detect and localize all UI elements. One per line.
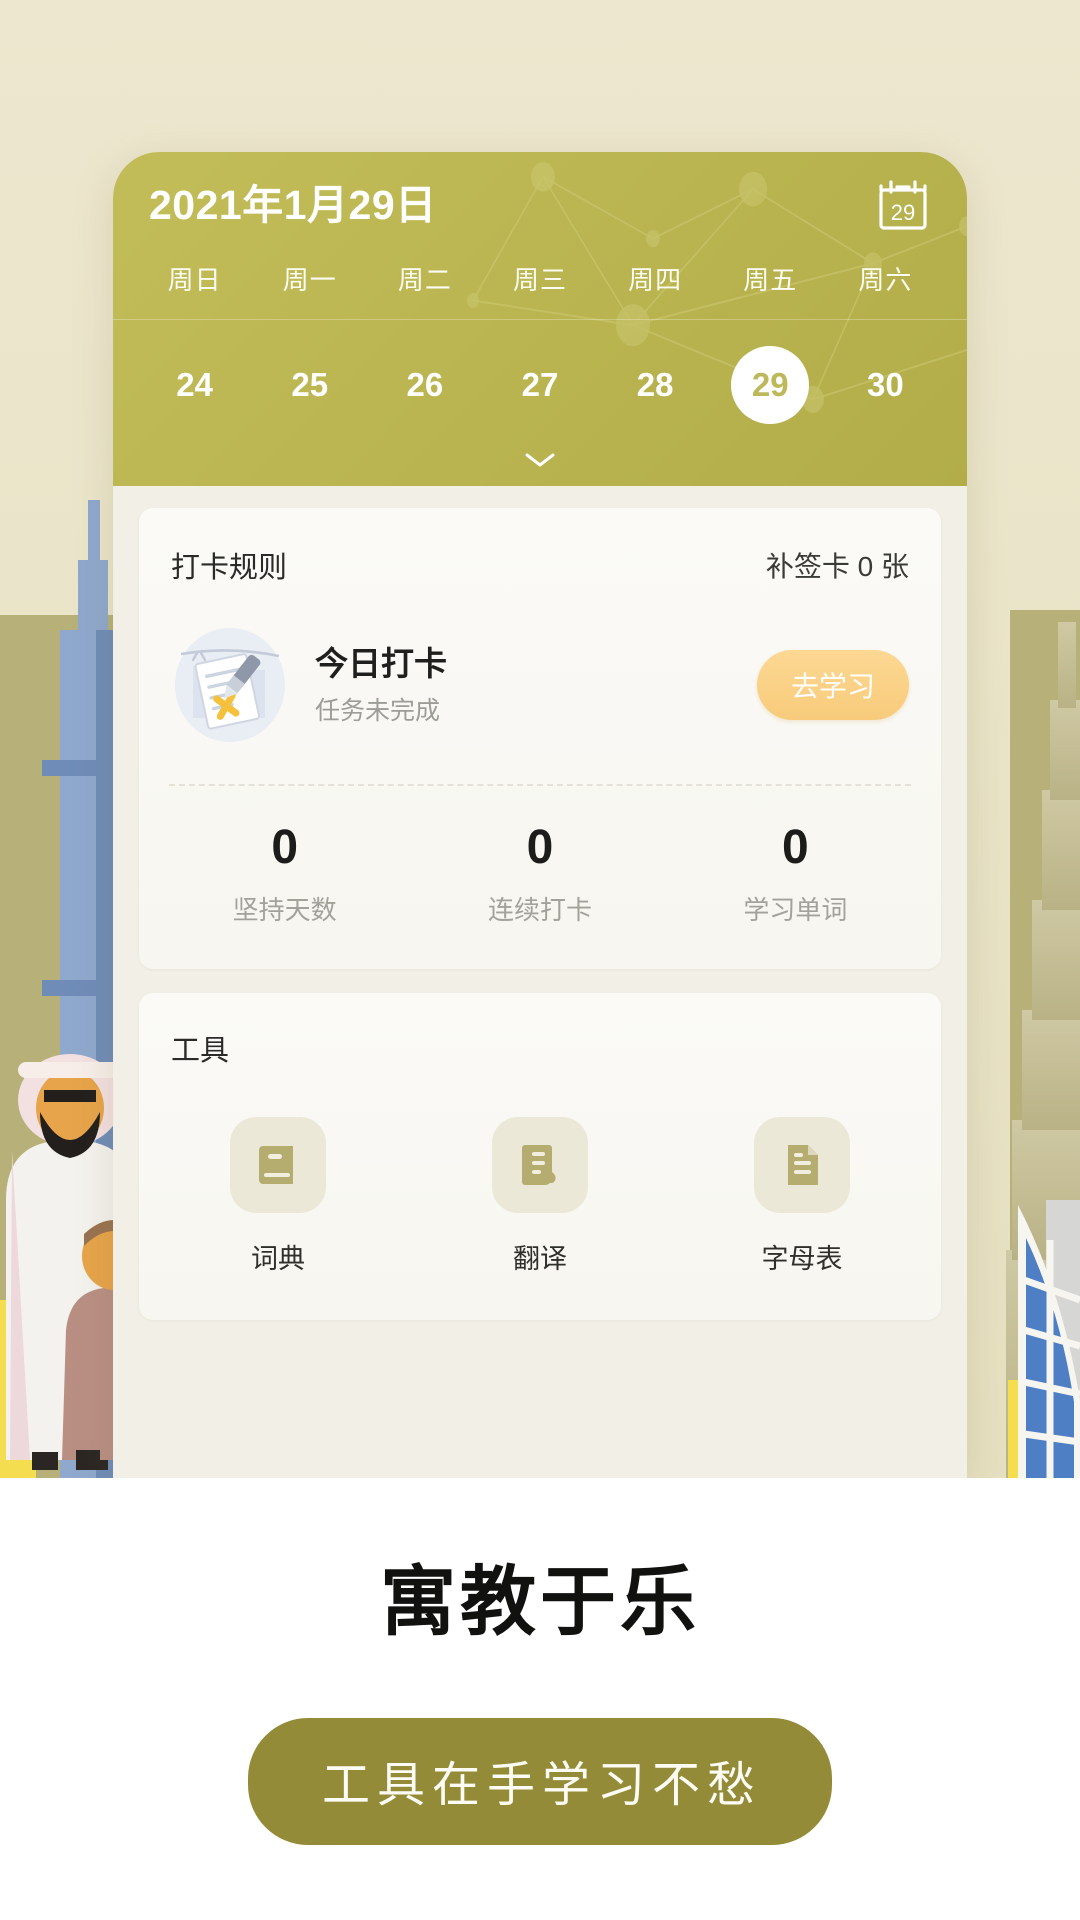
go-study-button[interactable]: 去学习 bbox=[756, 650, 909, 720]
tool-item-dictionary[interactable]: 词典 bbox=[147, 1117, 409, 1276]
promo-cta-wrap: 工具在手学习不愁 bbox=[0, 1718, 1080, 1845]
date-cell-30[interactable]: 30 bbox=[828, 346, 943, 424]
promo-tagline: 寓教于乐 bbox=[380, 1560, 700, 1645]
checkin-card-header: 打卡规则 补签卡 0 张 bbox=[139, 508, 941, 616]
stats-row: 0 坚持天数 0 连续打卡 0 学习单词 bbox=[139, 786, 941, 969]
calendar-header: 2021年1月29日 29 周日 周一 周二 周三 周四 周五 周六 24 25… bbox=[113, 152, 967, 486]
weekday-sat: 周六 bbox=[858, 265, 913, 295]
tool-item-translate[interactable]: 翻译 bbox=[409, 1117, 671, 1276]
book-icon bbox=[230, 1117, 326, 1213]
phone-frame: 2021年1月29日 29 周日 周一 周二 周三 周四 周五 周六 24 25… bbox=[113, 152, 967, 1478]
date-cell-24[interactable]: 24 bbox=[137, 346, 252, 424]
date-row: 24 25 26 27 28 29 30 bbox=[113, 320, 967, 434]
date-cell-28[interactable]: 28 bbox=[598, 346, 713, 424]
date-label: 30 bbox=[867, 366, 904, 403]
weekday-tue: 周二 bbox=[397, 265, 452, 295]
date-label: 26 bbox=[406, 366, 444, 403]
stat-streak: 0 连续打卡 bbox=[412, 824, 667, 927]
translate-document-icon bbox=[492, 1117, 588, 1213]
stat-value: 0 bbox=[271, 821, 299, 874]
screenshot-root: 2021年1月29日 29 周日 周一 周二 周三 周四 周五 周六 24 25… bbox=[0, 0, 1080, 1920]
promo-cta-button[interactable]: 工具在手学习不愁 bbox=[247, 1718, 832, 1845]
today-checkin-title: 今日打卡 bbox=[315, 644, 447, 682]
stat-words-learned: 0 学习单词 bbox=[668, 824, 923, 927]
date-label: 27 bbox=[521, 366, 559, 403]
date-label: 29 bbox=[731, 346, 810, 424]
date-cell-25[interactable]: 25 bbox=[252, 346, 367, 424]
date-cell-29-selected[interactable]: 29 bbox=[713, 346, 828, 424]
weekday-wed: 周三 bbox=[512, 265, 567, 295]
date-cell-26[interactable]: 26 bbox=[367, 346, 482, 424]
tool-label: 字母表 bbox=[761, 1244, 843, 1274]
date-label: 28 bbox=[636, 366, 674, 403]
tools-card-header: 工具 bbox=[139, 993, 941, 1095]
tool-label: 翻译 bbox=[513, 1244, 567, 1274]
calendar-title-row: 2021年1月29日 29 bbox=[113, 152, 967, 252]
today-checkin-row: 今日打卡 任务未完成 去学习 bbox=[139, 616, 941, 784]
weekday-thu: 周四 bbox=[628, 265, 683, 295]
tools-title: 工具 bbox=[171, 1035, 230, 1067]
calendar-icon[interactable]: 29 bbox=[875, 178, 931, 234]
today-checkin-texts: 今日打卡 任务未完成 bbox=[315, 643, 757, 727]
weekday-header-row: 周日 周一 周二 周三 周四 周五 周六 bbox=[113, 252, 967, 320]
stat-label: 学习单词 bbox=[743, 895, 848, 925]
page-title: 2021年1月29日 bbox=[149, 182, 437, 229]
svg-text:29: 29 bbox=[891, 200, 915, 225]
calendar-expand-button[interactable] bbox=[113, 434, 967, 486]
date-label: 24 bbox=[176, 366, 213, 403]
weekday-fri: 周五 bbox=[743, 265, 798, 295]
tools-grid: 词典 翻译 字母表 bbox=[139, 1095, 941, 1320]
today-checkin-status: 任务未完成 bbox=[315, 697, 441, 726]
checklist-illustration bbox=[171, 626, 289, 744]
checkin-card: 打卡规则 补签卡 0 张 今日打卡 任务未完成 去学习 0 坚持天数 0 连续打… bbox=[139, 508, 941, 969]
tool-label: 词典 bbox=[251, 1244, 305, 1274]
tool-item-alphabet[interactable]: 字母表 bbox=[671, 1117, 933, 1276]
file-text-icon bbox=[754, 1117, 850, 1213]
weekday-mon: 周一 bbox=[282, 265, 337, 295]
date-cell-27[interactable]: 27 bbox=[482, 346, 597, 424]
app-content: 打卡规则 补签卡 0 张 今日打卡 任务未完成 去学习 0 坚持天数 0 连续打… bbox=[113, 486, 967, 1478]
checkin-rules-link[interactable]: 打卡规则 bbox=[171, 544, 287, 586]
stat-persist-days: 0 坚持天数 bbox=[157, 824, 412, 927]
weekday-sun: 周日 bbox=[167, 265, 222, 295]
hero-section: 2021年1月29日 29 周日 周一 周二 周三 周四 周五 周六 24 25… bbox=[0, 0, 1080, 1478]
stat-label: 坚持天数 bbox=[232, 895, 337, 925]
date-label: 25 bbox=[291, 366, 329, 403]
chevron-down-icon bbox=[523, 451, 557, 469]
makeup-cards-count[interactable]: 补签卡 0 张 bbox=[766, 545, 909, 585]
stat-label: 连续打卡 bbox=[487, 895, 592, 925]
stat-value: 0 bbox=[526, 821, 554, 874]
stat-value: 0 bbox=[781, 821, 809, 874]
tools-card: 工具 词典 翻译 字母表 bbox=[139, 993, 941, 1320]
